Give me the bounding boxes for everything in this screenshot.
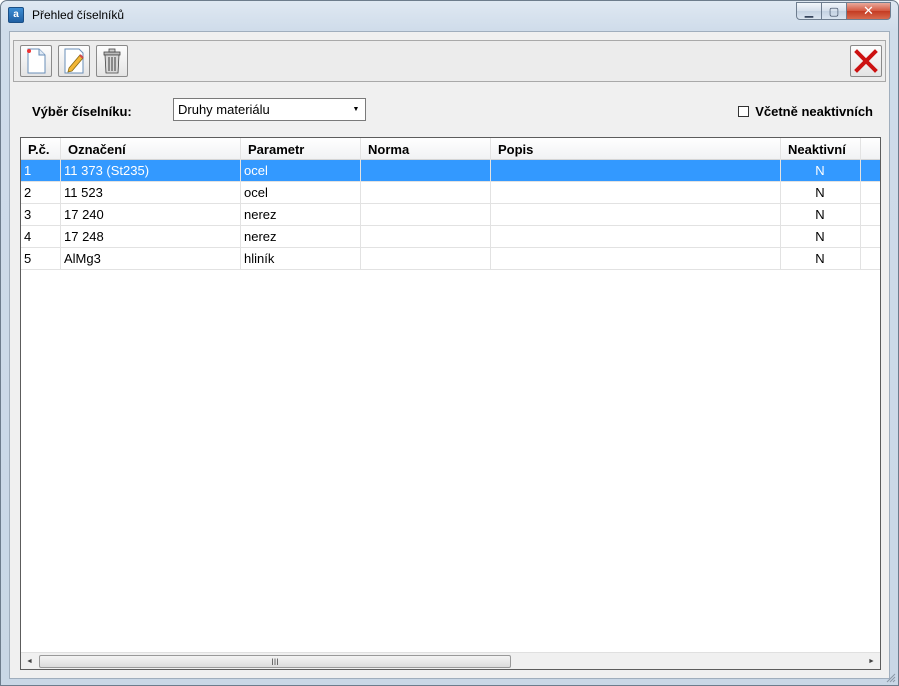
cell-parameter: ocel <box>241 160 361 181</box>
cell-designation: AlMg3 <box>61 248 241 269</box>
data-grid: P.č. Označení Parametr Norma Popis Neakt… <box>20 137 881 670</box>
minimize-button[interactable]: ▁ <box>796 2 822 20</box>
cell-parameter: hliník <box>241 248 361 269</box>
window-title: Přehled číselníků <box>32 8 125 22</box>
new-document-icon <box>27 48 46 74</box>
toolbar <box>13 40 886 82</box>
cell-norm <box>361 182 491 203</box>
cell-description <box>491 182 781 203</box>
cell-designation: 11 373 (St235) <box>61 160 241 181</box>
cell-description <box>491 204 781 225</box>
column-header-filler <box>861 138 880 160</box>
table-row[interactable]: 5 AlMg3 hliník N <box>21 248 880 270</box>
cell-number: 5 <box>21 248 61 269</box>
edit-pencil-icon <box>64 48 84 74</box>
cell-norm <box>361 204 491 225</box>
chevron-down-icon[interactable]: ▼ <box>348 100 364 119</box>
cell-inactive: N <box>781 248 861 269</box>
scroll-right-button[interactable]: ► <box>863 653 880 669</box>
cell-parameter: ocel <box>241 182 361 203</box>
cell-filler <box>861 204 880 225</box>
include-inactive-toggle[interactable]: Včetně neaktivních <box>738 104 873 119</box>
edit-record-button[interactable] <box>58 45 90 77</box>
table-row[interactable]: 4 17 248 nerez N <box>21 226 880 248</box>
cell-number: 1 <box>21 160 61 181</box>
column-header-number[interactable]: P.č. <box>21 138 61 160</box>
table-row[interactable]: 1 11 373 (St235) ocel N <box>21 160 880 182</box>
scrollbar-thumb[interactable]: III <box>39 655 511 668</box>
cell-designation: 11 523 <box>61 182 241 203</box>
maximize-button[interactable]: ▢ <box>822 2 847 20</box>
dictionary-select[interactable]: Druhy materiálu ▼ <box>173 98 366 121</box>
cell-filler <box>861 182 880 203</box>
cell-parameter: nerez <box>241 226 361 247</box>
horizontal-scrollbar[interactable]: ◄ III ► <box>21 652 880 669</box>
filter-label: Výběr číselníku: <box>32 104 132 119</box>
cell-norm <box>361 248 491 269</box>
grid-rows: 1 11 373 (St235) ocel N 2 11 523 ocel N <box>21 160 880 270</box>
app-icon: a <box>8 7 24 23</box>
cell-inactive: N <box>781 160 861 181</box>
cell-designation: 17 240 <box>61 204 241 225</box>
close-x-icon <box>854 49 878 73</box>
trash-icon <box>103 48 121 74</box>
column-header-inactive[interactable]: Neaktivní <box>781 138 861 160</box>
cell-inactive: N <box>781 204 861 225</box>
new-record-button[interactable] <box>20 45 52 77</box>
cell-norm <box>361 226 491 247</box>
close-form-button[interactable] <box>850 45 882 77</box>
cell-filler <box>861 248 880 269</box>
column-header-description[interactable]: Popis <box>491 138 781 160</box>
cell-inactive: N <box>781 182 861 203</box>
table-row[interactable]: 2 11 523 ocel N <box>21 182 880 204</box>
cell-description <box>491 248 781 269</box>
client-area: Výběr číselníku: Druhy materiálu ▼ Včetn… <box>9 31 890 679</box>
title-bar[interactable]: a Přehled číselníků ▁ ▢ ✕ <box>1 1 898 31</box>
caption-buttons: ▁ ▢ ✕ <box>796 2 891 20</box>
grid-header: P.č. Označení Parametr Norma Popis Neakt… <box>21 138 880 160</box>
include-inactive-checkbox[interactable] <box>738 106 750 117</box>
cell-filler <box>861 226 880 247</box>
cell-designation: 17 248 <box>61 226 241 247</box>
close-window-button[interactable]: ✕ <box>847 2 891 20</box>
cell-norm <box>361 160 491 181</box>
cell-parameter: nerez <box>241 204 361 225</box>
cell-number: 4 <box>21 226 61 247</box>
column-header-designation[interactable]: Označení <box>61 138 241 160</box>
cell-number: 2 <box>21 182 61 203</box>
column-header-norm[interactable]: Norma <box>361 138 491 160</box>
column-header-parameter[interactable]: Parametr <box>241 138 361 160</box>
main-window: a Přehled číselníků ▁ ▢ ✕ Výběr číselník… <box>0 0 899 686</box>
cell-description <box>491 160 781 181</box>
include-inactive-label: Včetně neaktivních <box>755 104 873 119</box>
cell-number: 3 <box>21 204 61 225</box>
table-row[interactable]: 3 17 240 nerez N <box>21 204 880 226</box>
cell-description <box>491 226 781 247</box>
cell-inactive: N <box>781 226 861 247</box>
dictionary-select-value: Druhy materiálu <box>178 102 270 117</box>
delete-record-button[interactable] <box>96 45 128 77</box>
resize-grip-icon[interactable] <box>886 673 896 683</box>
cell-filler <box>861 160 880 181</box>
scroll-left-button[interactable]: ◄ <box>21 653 38 669</box>
